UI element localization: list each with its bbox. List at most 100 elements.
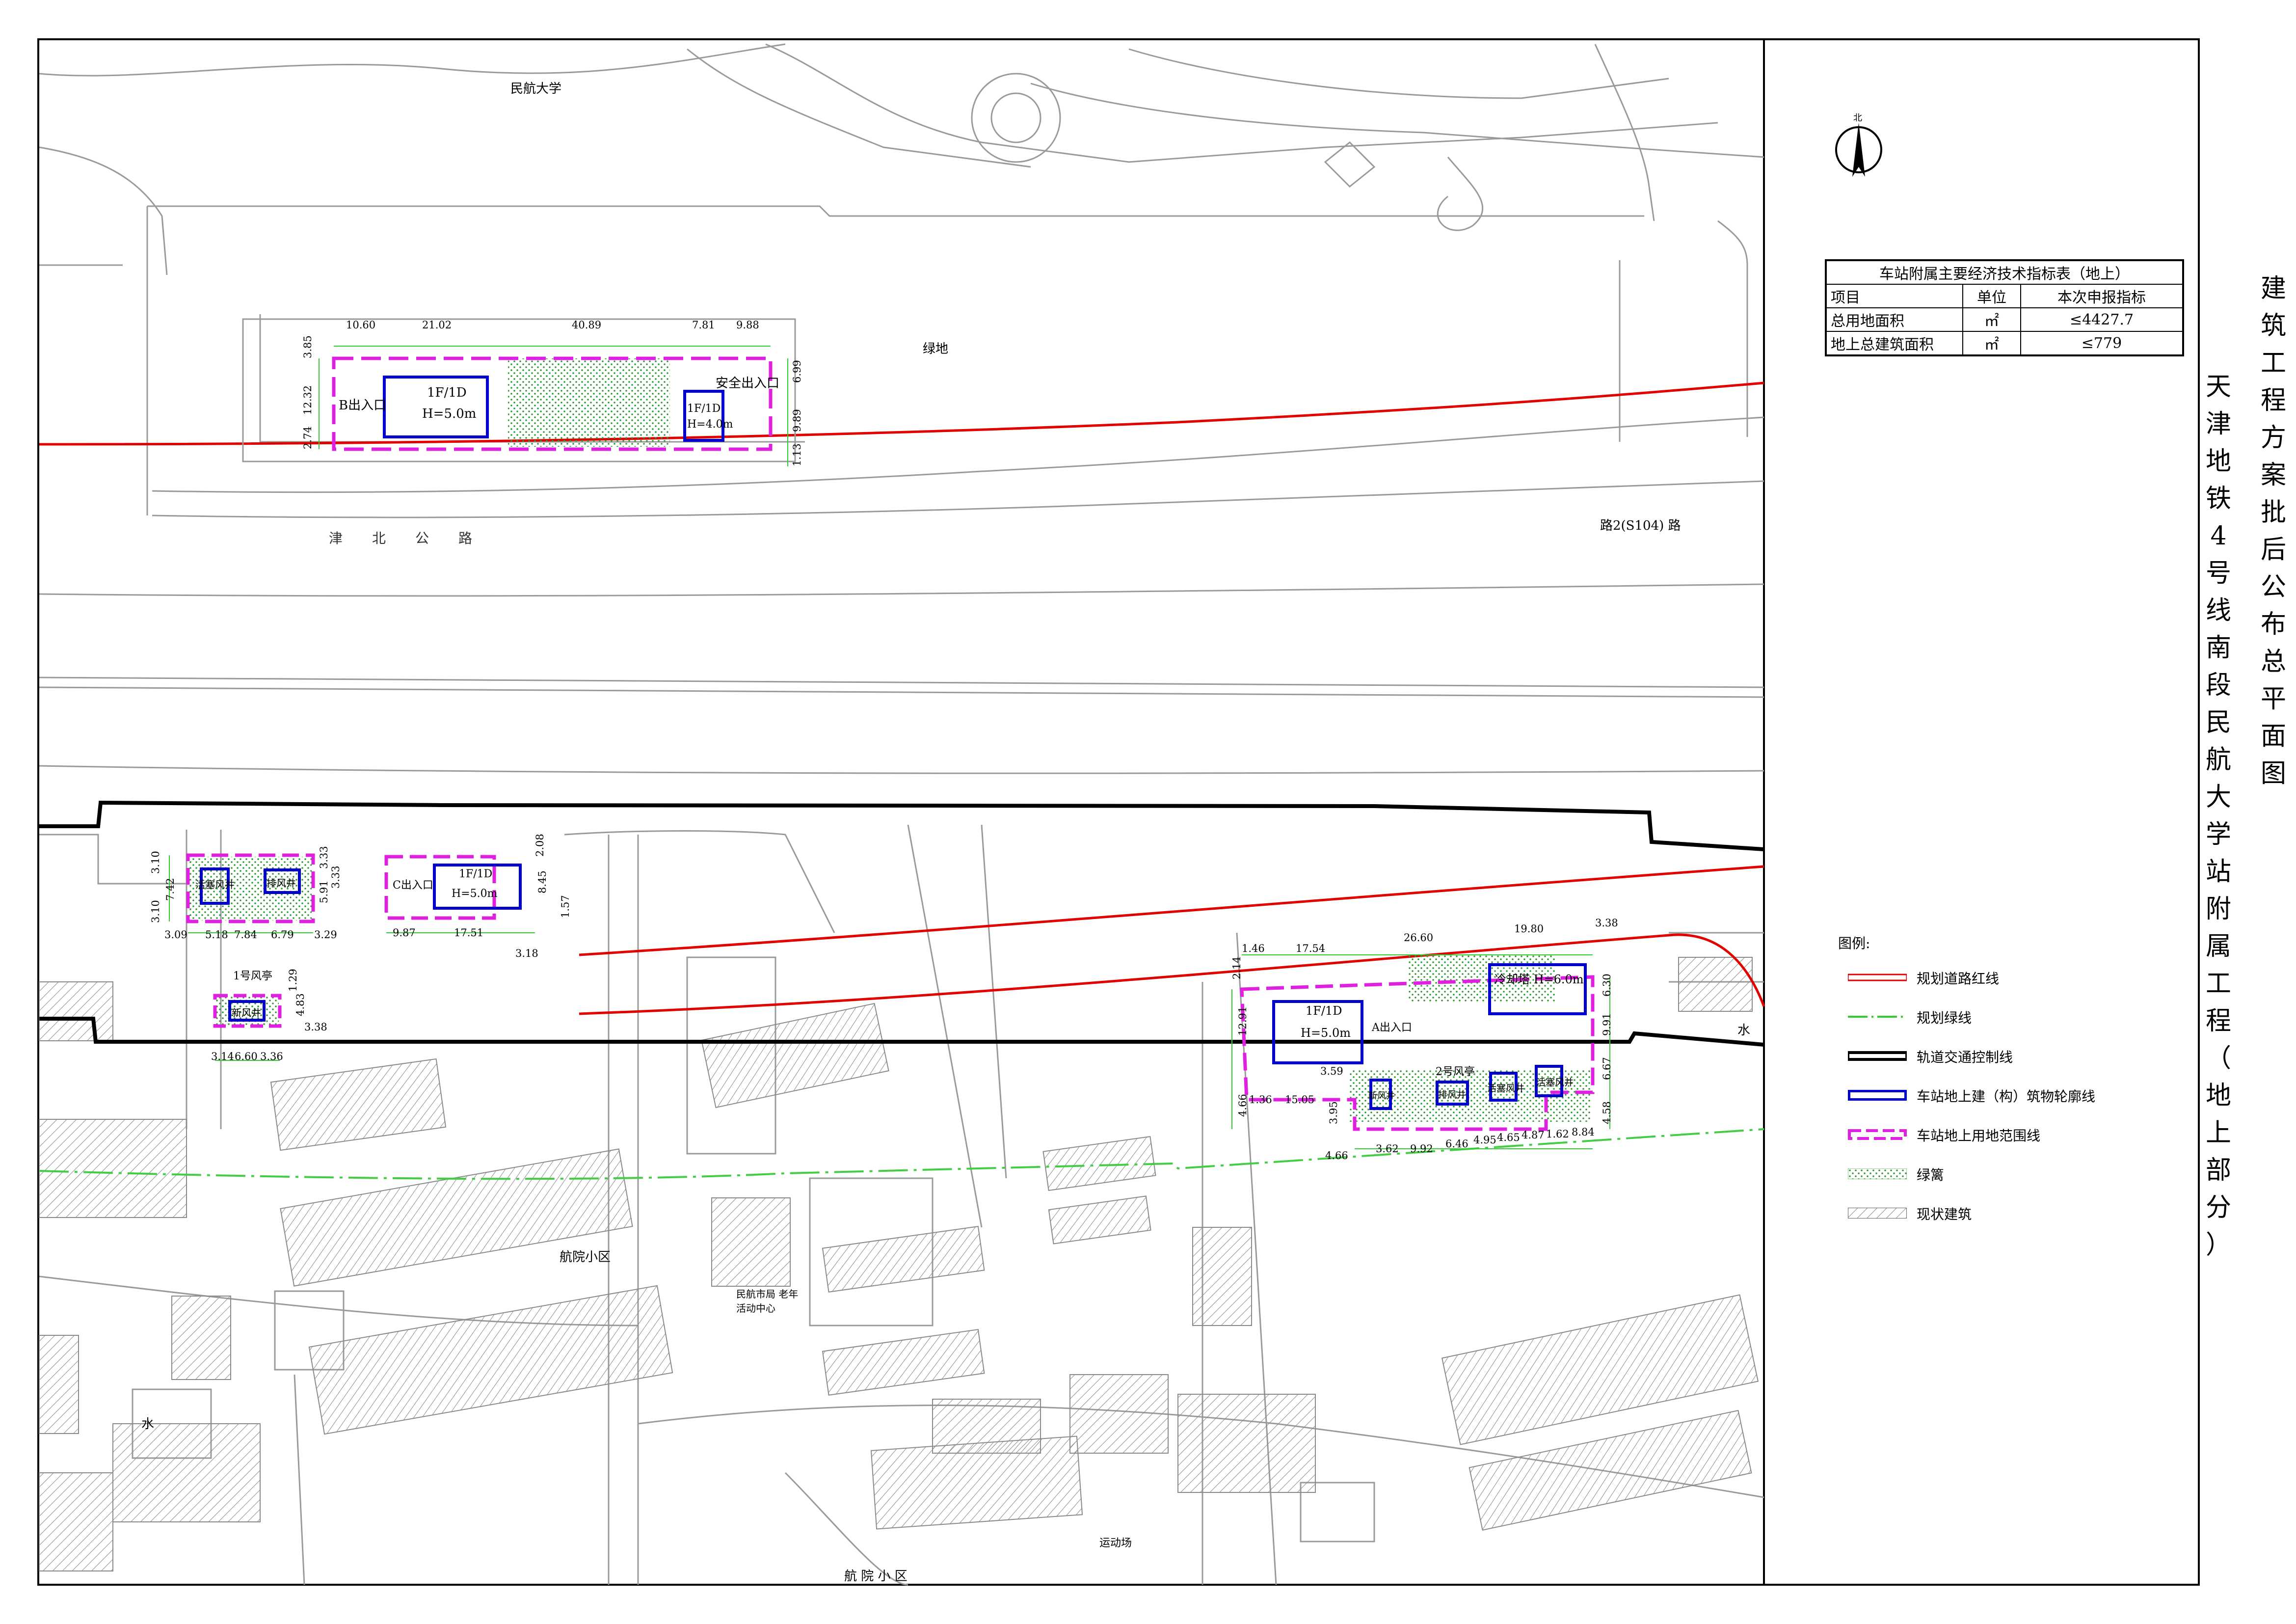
- legend-label: 规划绿线: [1917, 1010, 1972, 1026]
- title-glyph: 公: [2260, 572, 2286, 602]
- dim-north-top: 9.88: [736, 319, 759, 331]
- fresh-air-shaft-label: 新风井: [232, 1007, 261, 1019]
- table-cell: 总用地面积: [1825, 307, 1963, 332]
- dim-east-mid: 3.95: [1328, 1101, 1339, 1124]
- dim-east-top: 19.80: [1514, 923, 1544, 935]
- title-glyph: 地: [2205, 1081, 2231, 1110]
- dim-c-bottom: 9.87: [393, 927, 416, 939]
- dim-west-bottom: 3.29: [314, 929, 337, 941]
- title-glyph: 线: [2205, 596, 2231, 625]
- dim-north-top: 40.89: [572, 319, 602, 331]
- dim-pavilion-bottom: 3.14: [211, 1051, 234, 1062]
- dim-west-bottom: 7.84: [234, 929, 257, 941]
- north-arrow-label: 北: [1853, 113, 1862, 123]
- east-building-height: H=5.0m: [1301, 1026, 1351, 1040]
- title-glyph: 筑: [2260, 311, 2286, 341]
- title-glyph: 学: [2205, 820, 2231, 849]
- pavilion-label: 1号风亭: [233, 970, 272, 982]
- table-header-row: 项目 单位 本次申报指标: [1825, 284, 2184, 308]
- dim-west-right: 3.33: [318, 846, 330, 869]
- dim-pavilion-right: 4.83: [294, 993, 306, 1016]
- title-glyph: 地: [2205, 447, 2231, 476]
- dim-north-left: 3.85: [302, 335, 314, 358]
- rail-line-icon: [1848, 1051, 1907, 1061]
- table-cell: 地上总建筑面积: [1825, 331, 1963, 356]
- community-label-2: 航 院 小 区: [844, 1569, 908, 1584]
- exhaust-shaft-label: 活塞风井: [195, 879, 235, 891]
- green-area-label: 绿地: [923, 342, 949, 356]
- legend-label: 车站地上用地范围线: [1917, 1128, 2041, 1144]
- dim-east-right: 6.67: [1601, 1057, 1613, 1080]
- title-glyph: 面: [2260, 722, 2286, 751]
- dim-north-left: 12.32: [302, 385, 314, 415]
- title-glyph: 航: [2205, 745, 2231, 775]
- activity-center-label: 民航市局 老年活动中心: [736, 1288, 799, 1314]
- legend-label: 现状建筑: [1917, 1206, 1972, 1222]
- dim-east-bottom: 4.95: [1473, 1134, 1496, 1146]
- title-glyph: 号: [2205, 559, 2231, 588]
- dim-c-right: 1.57: [560, 895, 571, 918]
- dim-north-right: 9.89: [791, 409, 803, 432]
- title-glyph: 站: [2205, 857, 2231, 887]
- existing-buildings: [39, 957, 1759, 1571]
- dim-pavilion-bottom: 3.36: [260, 1051, 283, 1062]
- hedge-icon: [1848, 1168, 1907, 1179]
- economic-index-table: 车站附属主要经济技术指标表（地上） 项目 单位 本次申报指标 总用地面积 ㎡ ≤…: [1825, 259, 2184, 356]
- site-plan-map: [37, 38, 2200, 1586]
- table-cell: ≤779: [2020, 331, 2184, 356]
- dim-east-top: 3.38: [1595, 917, 1618, 929]
- entrance-c-label: C出入口: [393, 879, 433, 892]
- land-boundary-icon: [1848, 1129, 1907, 1140]
- dim-east-top: 17.54: [1296, 943, 1326, 954]
- dim-east-bottom: 4.87: [1522, 1129, 1545, 1141]
- dim-north-right: 6.99: [791, 360, 803, 383]
- title-glyph: 分: [2205, 1193, 2231, 1222]
- title-glyph: 部: [2205, 1156, 2231, 1185]
- table-header: 本次申报指标: [2020, 284, 2184, 308]
- table-row: 总用地面积 ㎡ ≤4427.7: [1825, 307, 2184, 332]
- title-glyph: 布: [2260, 610, 2286, 639]
- drawing-sheet: 民航大学 绿地 津北公路 路2(S104) 路 航院小区 航 院 小 区 运动场…: [0, 0, 2296, 1624]
- dim-west-bottom: 6.79: [271, 929, 294, 941]
- dim-east-left: 2.14: [1231, 956, 1243, 979]
- east-piston-2-label: 活塞风井: [1536, 1077, 1574, 1088]
- safety-exit-label: 安全出入口: [716, 376, 780, 391]
- title-glyph: 后: [2260, 535, 2286, 565]
- dim-c-bottom: 3.18: [515, 947, 538, 959]
- dim-west-bottom: 3.09: [164, 929, 187, 941]
- road-name-label: 津北公路: [329, 530, 502, 546]
- title-glyph: （: [2205, 1044, 2231, 1073]
- table-header: 单位: [1962, 284, 2021, 308]
- legend-title: 图例:: [1838, 935, 1870, 951]
- title-glyph: 图: [2260, 759, 2286, 788]
- legend-label: 轨道交通控制线: [1917, 1049, 2013, 1065]
- legend-label: 车站地上建（构）筑物轮廓线: [1917, 1088, 2096, 1105]
- dim-east-top: 26.60: [1404, 932, 1434, 944]
- title-glyph: 段: [2205, 671, 2231, 700]
- dim-east-bottom: 4.66: [1325, 1150, 1348, 1162]
- dim-north-top: 21.02: [422, 319, 452, 331]
- exhaust-shaft-2-label: 排风井: [267, 877, 296, 889]
- pavilion-2-label: 2号风亭: [1436, 1066, 1475, 1078]
- title-glyph: 工: [2260, 349, 2286, 378]
- title-glyph: ）: [2205, 1230, 2231, 1260]
- east-piston-1-label: 活塞风井: [1487, 1083, 1525, 1094]
- north-building-1-height: H=5.0m: [422, 406, 477, 421]
- main-title: 建筑工程方案批后公布总平面图: [2259, 270, 2288, 792]
- table-caption: 车站附属主要经济技术指标表（地上）: [1825, 260, 2184, 285]
- dim-east-bottom: 8.84: [1572, 1126, 1595, 1138]
- east-exhaust-label: 排风井: [1438, 1089, 1467, 1100]
- community-label-1: 航院小区: [560, 1250, 611, 1265]
- dim-west-left: 3.10: [150, 851, 161, 874]
- dim-pavilion-bottom: 6.60: [235, 1051, 258, 1062]
- sports-field-label: 运动场: [1099, 1537, 1132, 1549]
- legend-label: 规划道路红线: [1917, 971, 2000, 987]
- dim-north-left: 2.74: [302, 426, 314, 449]
- dim-east-mid: 15.05: [1285, 1094, 1315, 1106]
- dim-east-left: 12.91: [1237, 1006, 1249, 1036]
- dim-c-right: 8.45: [536, 870, 548, 893]
- title-glyph: 南: [2205, 633, 2231, 663]
- dim-west-right: 5.91: [318, 880, 330, 903]
- table-cell: ㎡: [1962, 307, 2021, 332]
- water-label-2: 水: [1737, 1023, 1751, 1038]
